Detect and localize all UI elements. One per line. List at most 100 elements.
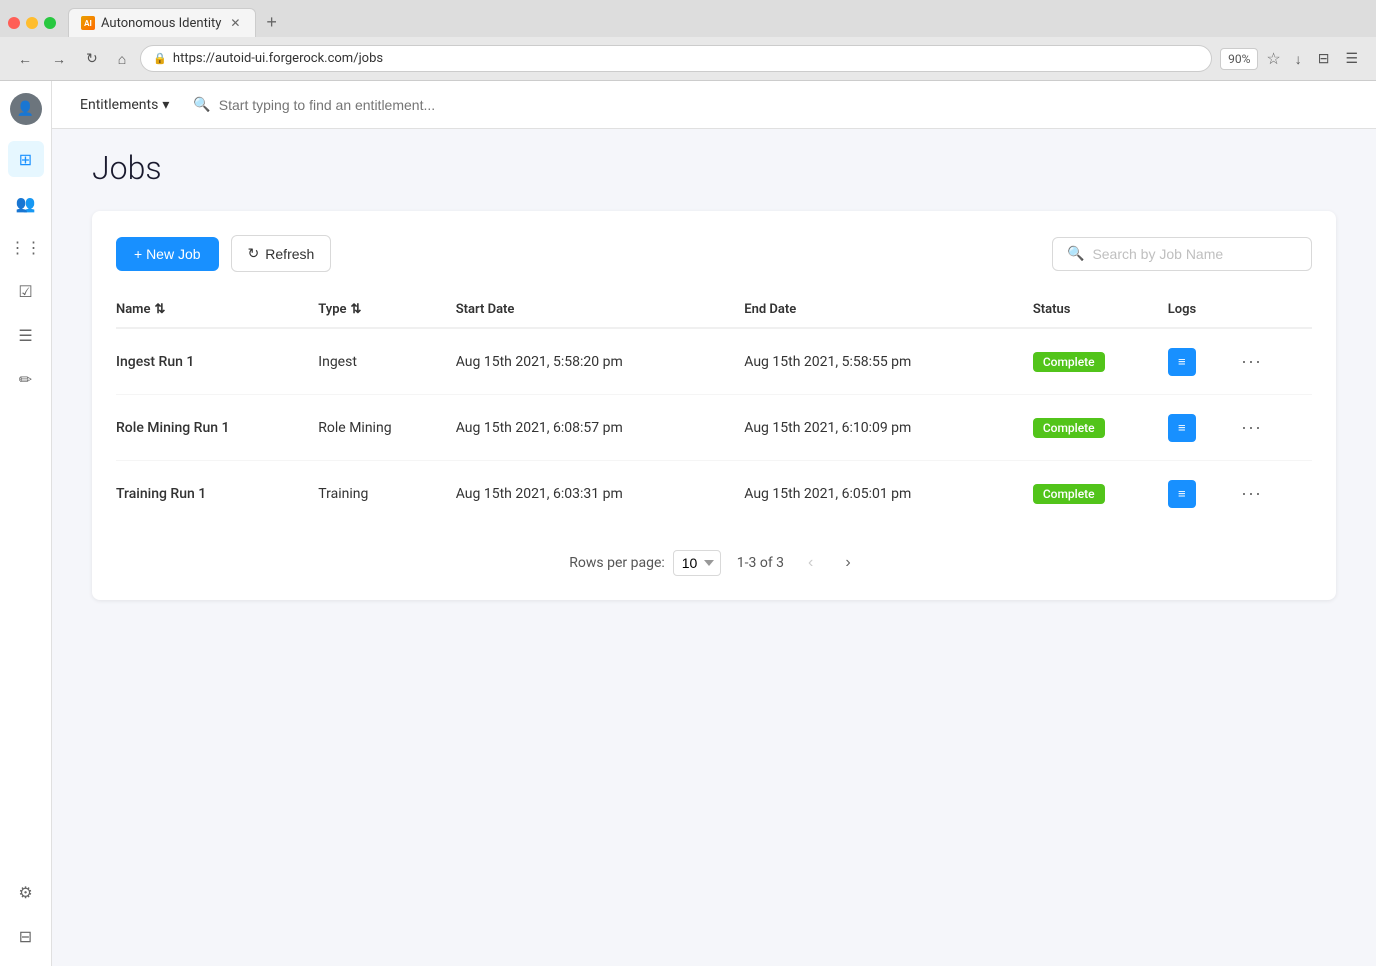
browser-toolbar: ↓ ⊟ ☰ — [1289, 46, 1364, 71]
list-icon: ☰ — [18, 326, 32, 345]
logs-button[interactable]: ≡ — [1168, 348, 1196, 376]
col-start-date: Start Date — [456, 292, 745, 328]
refresh-button[interactable]: ↻ Refresh — [231, 235, 332, 272]
jobs-table: Name ⇅ Type ⇅ Start Date End Date — [116, 292, 1312, 526]
sidebar-item-users[interactable]: 👥 — [8, 185, 44, 221]
chevron-down-icon: ▾ — [162, 97, 169, 113]
address-bar: ← → ↻ ⌂ 🔒 https://autoid-ui.forgerock.co… — [0, 37, 1376, 80]
row-status: Complete — [1033, 328, 1168, 395]
row-end-date: Aug 15th 2021, 6:10:09 pm — [744, 395, 1033, 461]
url-bar[interactable]: 🔒 https://autoid-ui.forgerock.com/jobs — [140, 45, 1212, 72]
maximize-button[interactable] — [44, 17, 56, 29]
refresh-icon: ↻ — [248, 245, 260, 262]
row-logs[interactable]: ≡ — [1168, 461, 1233, 527]
tab-bar: AI Autonomous Identity ✕ + — [0, 0, 1376, 37]
table-row: Ingest Run 1 Ingest Aug 15th 2021, 5:58:… — [116, 328, 1312, 395]
row-more[interactable]: ··· — [1233, 461, 1312, 527]
row-end-date: Aug 15th 2021, 6:05:01 pm — [744, 461, 1033, 527]
name-sort[interactable]: Name ⇅ — [116, 302, 306, 317]
tab-favicon: AI — [81, 16, 95, 30]
rows-per-page: Rows per page: 5 10 25 50 — [569, 550, 720, 576]
main-content: Entitlements ▾ 🔍 Jobs + New Job ↻ Refres… — [52, 81, 1376, 966]
reload-button[interactable]: ↻ — [80, 46, 104, 71]
active-tab[interactable]: AI Autonomous Identity ✕ — [68, 8, 256, 37]
table-row: Role Mining Run 1 Role Mining Aug 15th 2… — [116, 395, 1312, 461]
panels-icon: ⊟ — [19, 927, 32, 946]
app-layout: 👤 ⊞ 👥 ⋮⋮ ☑ ☰ ✏ ⚙ ⊟ Entitlements — [0, 81, 1376, 966]
bookmark-icon[interactable]: ☆ — [1266, 49, 1280, 68]
tab-close-button[interactable]: ✕ — [227, 15, 243, 31]
back-button[interactable]: ← — [12, 47, 38, 71]
entitlements-search-input[interactable] — [219, 97, 519, 113]
dashboard-icon: ⊞ — [19, 150, 32, 169]
row-logs[interactable]: ≡ — [1168, 395, 1233, 461]
entitlements-dropdown[interactable]: Entitlements ▾ — [72, 91, 177, 119]
row-type: Role Mining — [318, 395, 455, 461]
more-actions-button[interactable]: ··· — [1233, 479, 1270, 508]
new-tab-button[interactable]: + — [260, 12, 283, 33]
job-search-box[interactable]: 🔍 — [1052, 237, 1312, 271]
col-name: Name ⇅ — [116, 292, 318, 328]
jobs-table-body: Ingest Run 1 Ingest Aug 15th 2021, 5:58:… — [116, 328, 1312, 526]
menu-icon[interactable]: ☰ — [1339, 46, 1364, 71]
next-page-button[interactable]: › — [837, 550, 858, 576]
rows-per-page-select[interactable]: 5 10 25 50 — [673, 550, 721, 576]
row-end-date: Aug 15th 2021, 5:58:55 pm — [744, 328, 1033, 395]
sidebar-item-tasks[interactable]: ☑ — [8, 273, 44, 309]
more-actions-button[interactable]: ··· — [1233, 413, 1270, 442]
zoom-level[interactable]: 90% — [1220, 48, 1258, 70]
entitlements-search[interactable]: 🔍 — [193, 97, 1356, 113]
bookmarks-icon[interactable]: ⊟ — [1312, 46, 1336, 71]
grid-icon: ⋮⋮ — [10, 238, 42, 257]
sidebar-item-dashboard[interactable]: ⊞ — [8, 141, 44, 177]
page-title: Jobs — [92, 149, 1336, 187]
prev-page-button[interactable]: ‹ — [800, 550, 821, 576]
col-actions — [1233, 292, 1312, 328]
col-status: Status — [1033, 292, 1168, 328]
row-more[interactable]: ··· — [1233, 395, 1312, 461]
top-nav: Entitlements ▾ 🔍 — [52, 81, 1376, 129]
sidebar-item-list[interactable]: ☰ — [8, 317, 44, 353]
avatar[interactable]: 👤 — [10, 93, 42, 125]
col-end-date: End Date — [744, 292, 1033, 328]
status-badge: Complete — [1033, 418, 1105, 438]
sidebar-item-grid[interactable]: ⋮⋮ — [8, 229, 44, 265]
row-status: Complete — [1033, 461, 1168, 527]
row-name: Ingest Run 1 — [116, 328, 318, 395]
new-job-button[interactable]: + New Job — [116, 237, 219, 271]
name-col-label: Name — [116, 302, 150, 317]
tools-icon: ✏ — [19, 370, 32, 389]
minimize-button[interactable] — [26, 17, 38, 29]
forward-button[interactable]: → — [46, 47, 72, 71]
close-button[interactable] — [8, 17, 20, 29]
row-status: Complete — [1033, 395, 1168, 461]
table-header: Name ⇅ Type ⇅ Start Date End Date — [116, 292, 1312, 328]
logs-button[interactable]: ≡ — [1168, 480, 1196, 508]
browser-chrome: AI Autonomous Identity ✕ + ← → ↻ ⌂ 🔒 htt… — [0, 0, 1376, 81]
type-sort[interactable]: Type ⇅ — [318, 302, 443, 317]
sidebar: 👤 ⊞ 👥 ⋮⋮ ☑ ☰ ✏ ⚙ ⊟ — [0, 81, 52, 966]
jobs-card: + New Job ↻ Refresh 🔍 Name — [92, 211, 1336, 600]
row-more[interactable]: ··· — [1233, 328, 1312, 395]
row-start-date: Aug 15th 2021, 6:08:57 pm — [456, 395, 745, 461]
sidebar-item-settings[interactable]: ⚙ — [8, 874, 44, 910]
jobs-toolbar: + New Job ↻ Refresh 🔍 — [116, 235, 1312, 272]
refresh-label: Refresh — [265, 246, 314, 262]
sidebar-item-tools[interactable]: ✏ — [8, 361, 44, 397]
row-name: Training Run 1 — [116, 461, 318, 527]
more-actions-button[interactable]: ··· — [1233, 347, 1270, 376]
row-name: Role Mining Run 1 — [116, 395, 318, 461]
sidebar-item-panels[interactable]: ⊟ — [8, 918, 44, 954]
downloads-icon[interactable]: ↓ — [1289, 46, 1308, 71]
row-type: Ingest — [318, 328, 455, 395]
entitlements-label: Entitlements — [80, 97, 158, 113]
row-logs[interactable]: ≡ — [1168, 328, 1233, 395]
window-controls — [8, 17, 56, 29]
home-button[interactable]: ⌂ — [112, 47, 132, 71]
job-search-icon: 🔍 — [1067, 246, 1084, 262]
job-search-input[interactable] — [1092, 246, 1297, 262]
status-badge: Complete — [1033, 484, 1105, 504]
logs-button[interactable]: ≡ — [1168, 414, 1196, 442]
tasks-icon: ☑ — [18, 282, 32, 301]
tab-title: Autonomous Identity — [101, 16, 221, 31]
